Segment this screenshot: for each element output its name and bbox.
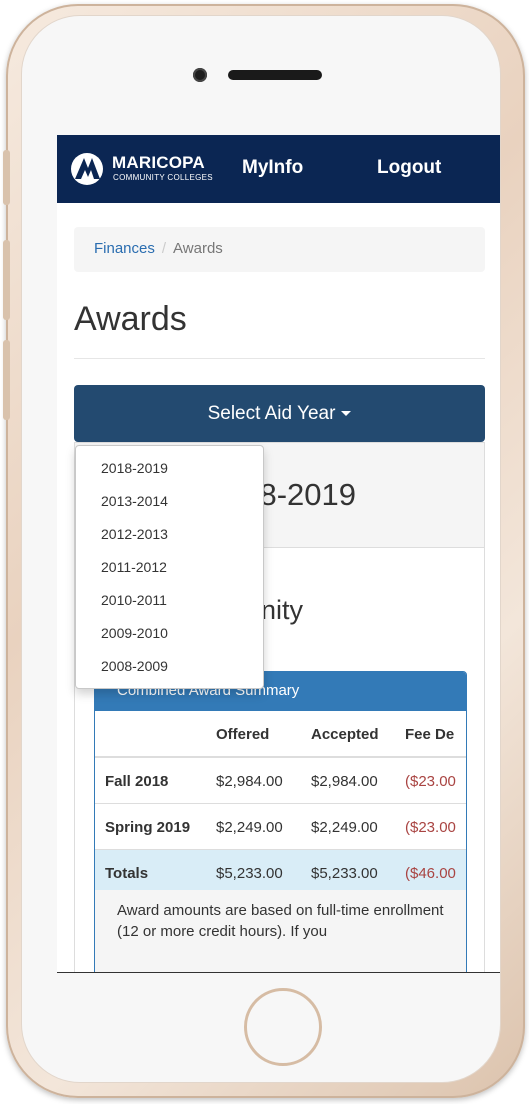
totals-offered: $5,233.00 bbox=[216, 865, 283, 882]
totals-label: Totals bbox=[105, 865, 149, 882]
dropdown-item-2012-2013[interactable]: 2012-2013 bbox=[76, 518, 263, 551]
column-header-offered: Offered bbox=[216, 726, 270, 743]
select-aid-year-button[interactable]: Select Aid Year bbox=[74, 385, 485, 442]
column-header-fee-deduction: Fee De bbox=[405, 726, 455, 743]
speaker-grille bbox=[228, 70, 322, 80]
logo-title: MARICOPA bbox=[112, 153, 205, 172]
page-title: Awards bbox=[74, 300, 187, 338]
row-term: Fall 2018 bbox=[105, 773, 169, 790]
row-term: Spring 2019 bbox=[105, 819, 191, 836]
breadcrumb-finances-link[interactable]: Finances bbox=[94, 240, 155, 257]
aid-year-dropdown-menu: 2018-2019 2013-2014 2012-2013 2011-2012 … bbox=[75, 445, 264, 689]
top-navbar: MARICOPA COMMUNITY COLLEGES MyInfo Logou… bbox=[57, 135, 500, 203]
home-button[interactable] bbox=[244, 988, 322, 1066]
breadcrumb: Finances / Awards bbox=[74, 227, 485, 272]
phone-volume-up-button bbox=[3, 240, 10, 320]
dropdown-item-2018-2019[interactable]: 2018-2019 bbox=[76, 452, 263, 485]
breadcrumb-separator: / bbox=[161, 240, 167, 257]
row-offered: $2,984.00 bbox=[216, 773, 283, 790]
award-amount-note: Award amounts are based on full-time enr… bbox=[95, 890, 466, 972]
camera-icon bbox=[193, 68, 207, 82]
dropdown-item-2010-2011[interactable]: 2010-2011 bbox=[76, 584, 263, 617]
nav-logout-link[interactable]: Logout bbox=[377, 157, 441, 179]
logo-subtitle: COMMUNITY COLLEGES bbox=[113, 173, 213, 182]
breadcrumb-current: Awards bbox=[173, 240, 223, 257]
phone-screen: MARICOPA COMMUNITY COLLEGES MyInfo Logou… bbox=[57, 135, 500, 973]
row-offered: $2,249.00 bbox=[216, 819, 283, 836]
totals-fee-deduction: ($46.00 bbox=[405, 865, 456, 882]
title-divider bbox=[74, 358, 485, 359]
select-aid-year-label: Select Aid Year bbox=[207, 403, 336, 424]
row-accepted: $2,249.00 bbox=[311, 819, 378, 836]
maricopa-logo-icon bbox=[71, 153, 103, 185]
table-header-row: Offered Accepted Fee De bbox=[95, 711, 466, 758]
table-row: Fall 2018 $2,984.00 $2,984.00 ($23.00 bbox=[95, 758, 466, 804]
award-summary-table: Offered Accepted Fee De Fall 2018 $2,984… bbox=[95, 711, 466, 896]
dropdown-item-2008-2009[interactable]: 2008-2009 bbox=[76, 650, 263, 683]
phone-side-button bbox=[3, 150, 10, 205]
table-row: Spring 2019 $2,249.00 $2,249.00 ($23.00 bbox=[95, 804, 466, 850]
dropdown-item-2009-2010[interactable]: 2009-2010 bbox=[76, 617, 263, 650]
combined-award-summary-panel: Combined Award Summary Offered Accepted … bbox=[94, 671, 467, 972]
nav-myinfo-link[interactable]: MyInfo bbox=[242, 157, 303, 179]
dropdown-item-2013-2014[interactable]: 2013-2014 bbox=[76, 485, 263, 518]
dropdown-item-2011-2012[interactable]: 2011-2012 bbox=[76, 551, 263, 584]
totals-accepted: $5,233.00 bbox=[311, 865, 378, 882]
caret-down-icon bbox=[341, 411, 352, 417]
row-accepted: $2,984.00 bbox=[311, 773, 378, 790]
column-header-accepted: Accepted bbox=[311, 726, 379, 743]
maricopa-logo[interactable]: MARICOPA COMMUNITY COLLEGES bbox=[70, 151, 222, 187]
row-fee-deduction: ($23.00 bbox=[405, 773, 456, 790]
phone-volume-down-button bbox=[3, 340, 10, 420]
row-fee-deduction: ($23.00 bbox=[405, 819, 456, 836]
